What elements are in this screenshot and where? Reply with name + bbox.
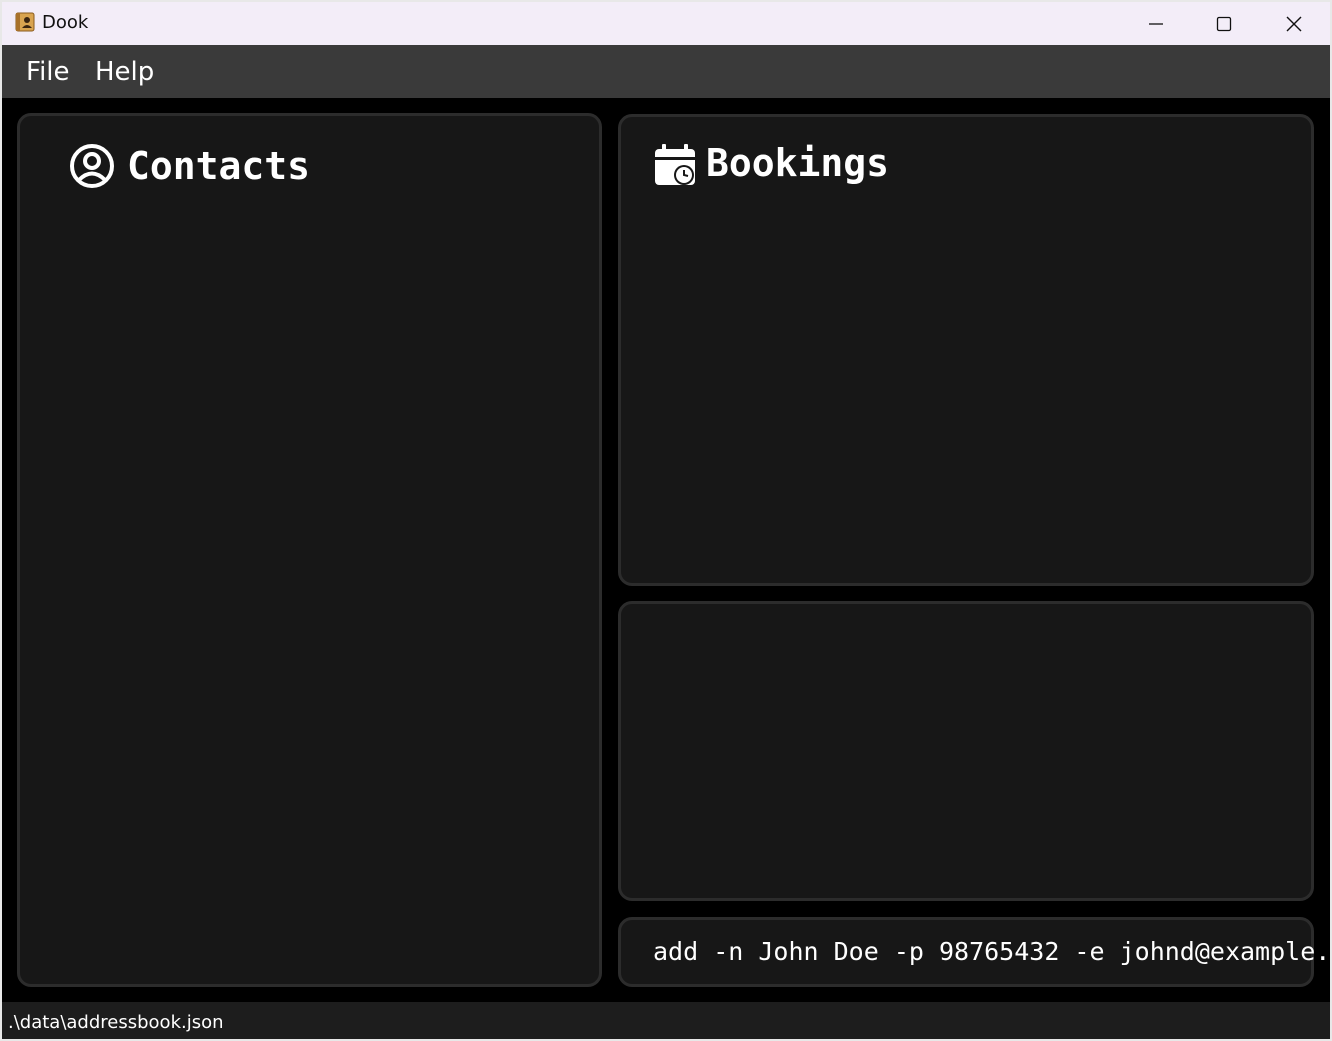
calendar-clock-icon: [655, 144, 695, 185]
app-window: Dook File Help Contacts Bookings add -n …: [2, 2, 1330, 1039]
maximize-icon: [1216, 16, 1232, 31]
contacts-list[interactable]: [30, 206, 589, 974]
menu-bar: File Help: [2, 45, 1330, 98]
command-box[interactable]: add -n John Doe -p 98765432 -e johnd@exa…: [618, 917, 1330, 987]
window-title: Dook: [42, 12, 89, 33]
address-book-icon: [15, 12, 35, 32]
title-bar[interactable]: Dook: [2, 2, 1330, 45]
menu-file[interactable]: File: [26, 57, 70, 87]
contacts-panel: Contacts: [17, 113, 602, 987]
save-location-path: .\data\addressbook.json: [8, 1012, 224, 1033]
user-circle-icon: [70, 144, 114, 188]
contacts-title: Contacts: [127, 144, 311, 188]
close-icon: [1286, 16, 1302, 31]
close-button[interactable]: [1260, 2, 1328, 45]
bookings-panel: Bookings: [618, 114, 1314, 586]
bookings-list[interactable]: [631, 207, 1301, 573]
menu-help[interactable]: Help: [95, 57, 154, 87]
minimize-icon: [1149, 22, 1163, 25]
command-input[interactable]: add -n John Doe -p 98765432 -e johnd@exa…: [653, 936, 1330, 968]
minimize-button[interactable]: [1122, 2, 1190, 45]
result-display-panel: [618, 601, 1314, 901]
status-bar: .\data\addressbook.json: [2, 1002, 1330, 1039]
bookings-title: Bookings: [706, 141, 890, 185]
maximize-button[interactable]: [1190, 2, 1258, 45]
